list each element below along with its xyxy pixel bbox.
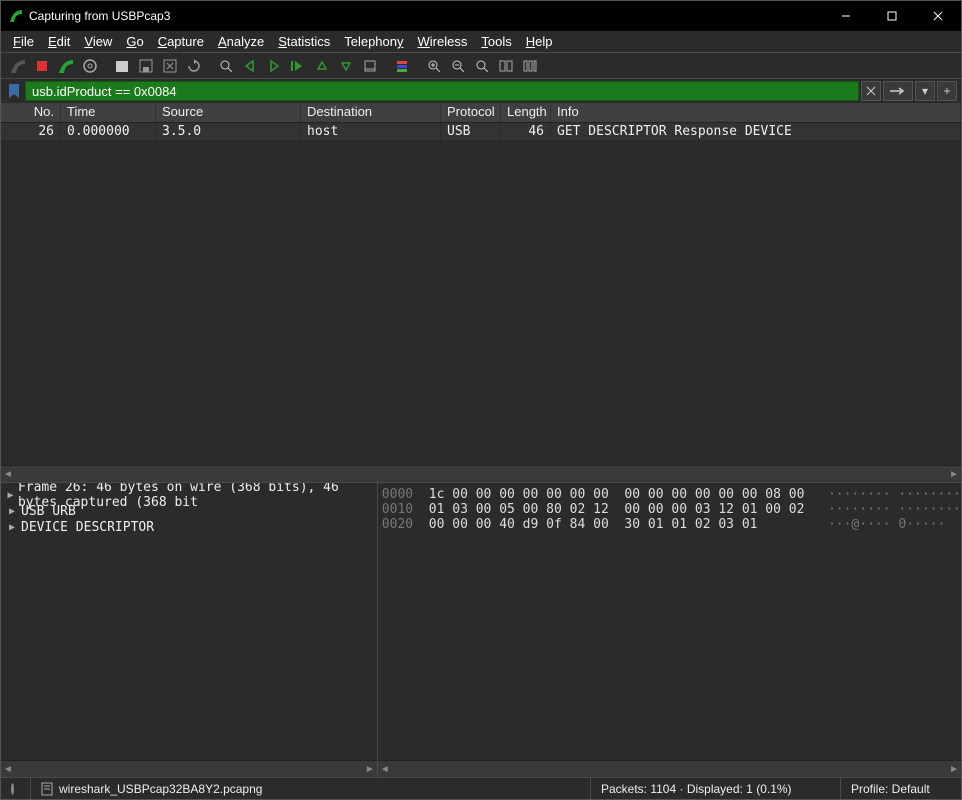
hex-hscroll[interactable]: ◄ ► — [378, 760, 961, 777]
file-icon — [41, 782, 53, 796]
cell-destination: host — [301, 123, 441, 140]
menu-bar: File Edit View Go Capture Analyze Statis… — [1, 31, 961, 53]
start-capture-button[interactable] — [7, 55, 29, 77]
go-last-button[interactable] — [335, 55, 357, 77]
menu-file[interactable]: File — [7, 32, 40, 51]
stop-capture-button[interactable] — [31, 55, 53, 77]
app-icon — [9, 9, 23, 23]
scroll-left-icon[interactable]: ◄ — [3, 469, 13, 480]
resize-columns-button[interactable] — [495, 55, 517, 77]
add-filter-button[interactable]: + — [937, 81, 957, 101]
packet-list-body[interactable]: 26 0.000000 3.5.0 host USB 46 GET DESCRI… — [1, 123, 961, 465]
scroll-right-icon[interactable]: ► — [949, 764, 959, 775]
minimize-button[interactable] — [823, 1, 869, 31]
expert-info-button[interactable] — [1, 778, 31, 799]
resize-columns2-button[interactable] — [519, 55, 541, 77]
close-file-button[interactable] — [159, 55, 181, 77]
cell-no: 26 — [1, 123, 61, 140]
hex-row[interactable]: 0000 1c 00 00 00 00 00 00 00 00 00 00 00… — [382, 487, 961, 502]
filter-history-button[interactable]: ▾ — [915, 81, 935, 101]
col-header-no[interactable]: No. — [1, 103, 61, 122]
cell-length: 46 — [501, 123, 551, 140]
go-first-button[interactable] — [311, 55, 333, 77]
toolbar — [1, 53, 961, 79]
scroll-left-icon[interactable]: ◄ — [380, 764, 390, 775]
zoom-reset-button[interactable] — [447, 55, 469, 77]
auto-scroll-button[interactable] — [359, 55, 381, 77]
hex-row[interactable]: 0020 00 00 00 40 d9 0f 84 00 30 01 01 02… — [382, 517, 961, 532]
expand-icon[interactable]: ▶ — [7, 506, 17, 517]
menu-go[interactable]: Go — [120, 32, 149, 51]
bookmark-icon[interactable] — [5, 82, 23, 100]
col-header-protocol[interactable]: Protocol — [441, 103, 501, 122]
col-header-destination[interactable]: Destination — [301, 103, 441, 122]
menu-edit[interactable]: Edit — [42, 32, 76, 51]
cell-time: 0.000000 — [61, 123, 156, 140]
hex-row[interactable]: 0010 01 03 00 05 00 80 02 12 00 00 00 03… — [382, 502, 961, 517]
packet-details-pane[interactable]: ▶Frame 26: 46 bytes on wire (368 bits), … — [1, 483, 378, 777]
menu-capture[interactable]: Capture — [152, 32, 210, 51]
packet-row[interactable]: 26 0.000000 3.5.0 host USB 46 GET DESCRI… — [1, 123, 961, 140]
col-header-time[interactable]: Time — [61, 103, 156, 122]
expert-dot-icon — [11, 783, 14, 795]
menu-analyze[interactable]: Analyze — [212, 32, 270, 51]
menu-wireless[interactable]: Wireless — [412, 32, 474, 51]
scroll-left-icon[interactable]: ◄ — [3, 764, 13, 775]
expand-icon[interactable]: ▶ — [7, 490, 14, 501]
find-packet-button[interactable] — [215, 55, 237, 77]
window-title: Capturing from USBPcap3 — [29, 9, 823, 23]
status-bar: wireshark_USBPcap32BA8Y2.pcapng Packets:… — [1, 777, 961, 799]
status-file-label: wireshark_USBPcap32BA8Y2.pcapng — [59, 782, 262, 796]
menu-telephony[interactable]: Telephony — [338, 32, 409, 51]
title-bar: Capturing from USBPcap3 — [1, 1, 961, 31]
scroll-right-icon[interactable]: ► — [949, 469, 959, 480]
save-file-button[interactable] — [135, 55, 157, 77]
maximize-button[interactable] — [869, 1, 915, 31]
clear-filter-button[interactable] — [861, 81, 881, 101]
tree-row[interactable]: ▶Frame 26: 46 bytes on wire (368 bits), … — [7, 487, 371, 503]
cell-source: 3.5.0 — [156, 123, 301, 140]
restart-capture-button[interactable] — [55, 55, 77, 77]
display-filter-input[interactable] — [25, 81, 859, 101]
toolbar-separator — [383, 55, 389, 77]
zoom-in-button[interactable] — [423, 55, 445, 77]
tree-hscroll[interactable]: ◄ ► — [1, 760, 377, 777]
colorize-button[interactable] — [391, 55, 413, 77]
packet-list-pane: No. Time Source Destination Protocol Len… — [1, 103, 961, 482]
col-header-source[interactable]: Source — [156, 103, 301, 122]
expand-icon[interactable]: ▶ — [7, 522, 17, 533]
packet-bytes-pane[interactable]: 0000 1c 00 00 00 00 00 00 00 00 00 00 00… — [378, 483, 961, 777]
status-profile[interactable]: Profile: Default — [841, 778, 961, 799]
open-file-button[interactable] — [111, 55, 133, 77]
reload-button[interactable] — [183, 55, 205, 77]
capture-options-button[interactable] — [79, 55, 101, 77]
menu-statistics[interactable]: Statistics — [272, 32, 336, 51]
go-back-button[interactable] — [239, 55, 261, 77]
menu-tools[interactable]: Tools — [475, 32, 517, 51]
col-header-info[interactable]: Info — [551, 103, 961, 122]
apply-filter-button[interactable] — [883, 81, 913, 101]
status-packets: Packets: 1104 · Displayed: 1 (0.1%) — [591, 778, 841, 799]
toolbar-separator — [103, 55, 109, 77]
toolbar-separator — [207, 55, 213, 77]
tree-label: USB URB — [21, 504, 76, 519]
packet-list-header[interactable]: No. Time Source Destination Protocol Len… — [1, 103, 961, 123]
zoom-out-button[interactable] — [471, 55, 493, 77]
menu-help[interactable]: Help — [520, 32, 559, 51]
cell-protocol: USB — [441, 123, 501, 140]
menu-view[interactable]: View — [78, 32, 118, 51]
filter-bar: ▾ + — [1, 79, 961, 103]
scroll-right-icon[interactable]: ► — [365, 764, 375, 775]
tree-label: DEVICE DESCRIPTOR — [21, 520, 154, 535]
status-file[interactable]: wireshark_USBPcap32BA8Y2.pcapng — [31, 778, 591, 799]
cell-info: GET DESCRIPTOR Response DEVICE — [551, 123, 961, 140]
lower-panes: ▶Frame 26: 46 bytes on wire (368 bits), … — [1, 482, 961, 777]
tree-row[interactable]: ▶ DEVICE DESCRIPTOR — [7, 519, 371, 535]
go-to-packet-button[interactable] — [287, 55, 309, 77]
go-forward-button[interactable] — [263, 55, 285, 77]
col-header-length[interactable]: Length — [501, 103, 551, 122]
packet-list-hscroll[interactable]: ◄ ► — [1, 465, 961, 482]
toolbar-separator — [415, 55, 421, 77]
close-button[interactable] — [915, 1, 961, 31]
